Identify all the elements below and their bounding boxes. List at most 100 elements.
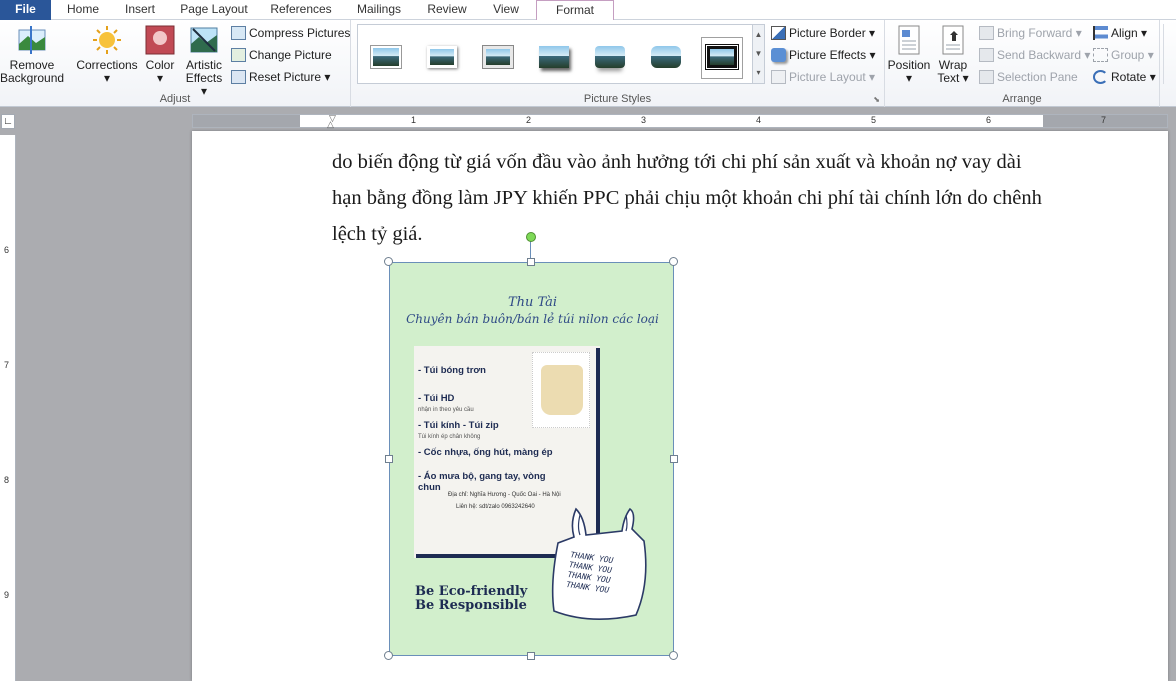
rotate-label: Rotate — [1111, 70, 1147, 84]
picture-border-icon — [771, 26, 786, 40]
rotate-handle[interactable] — [526, 232, 536, 242]
wrap-text-label-1: Wrap — [938, 58, 968, 72]
tab-page-layout[interactable]: Page Layout — [176, 0, 252, 20]
poster-item: - Áo mưa bộ, gang tay, vòng — [418, 471, 546, 482]
poster-slogan-1: Be Eco-friendly — [415, 584, 528, 599]
ribbon-overflow — [1163, 24, 1176, 84]
style-thumb-5[interactable] — [589, 37, 631, 79]
poster-item: - Túi HD — [418, 393, 455, 404]
dialog-launcher-icon[interactable]: ⬊ — [873, 95, 880, 104]
color-button[interactable]: Color ▾ — [142, 24, 178, 85]
resize-handle-top[interactable] — [527, 258, 535, 266]
position-button[interactable]: Position ▾ — [887, 24, 931, 85]
change-picture-button[interactable]: Change Picture — [231, 45, 332, 65]
corrections-button[interactable]: Corrections ▾ — [74, 24, 140, 85]
bag-photo — [532, 352, 590, 428]
bag-photo-shape — [541, 365, 583, 415]
picture-effects-button[interactable]: Picture Effects ▾ — [771, 45, 876, 65]
send-backward-button[interactable]: Send Backward ▾ — [979, 45, 1090, 65]
ruler-number: 6 — [986, 115, 992, 125]
resize-handle-top-left[interactable] — [384, 257, 393, 266]
rotate-button[interactable]: Rotate ▾ — [1093, 67, 1156, 87]
vruler-number: 6 — [4, 245, 10, 255]
change-picture-label: Change Picture — [249, 48, 332, 62]
artistic-effects-button[interactable]: Artistic Effects ▾ — [182, 24, 226, 98]
gallery-scroll[interactable]: ▲ ▼ ▾ — [752, 24, 765, 84]
resize-handle-right[interactable] — [670, 455, 678, 463]
document-text-line[interactable]: lệch tỷ giá. — [332, 223, 423, 246]
artistic-effects-label-1: Artistic — [186, 58, 222, 72]
tab-file[interactable]: File — [0, 0, 51, 20]
ribbon: Remove Background Corrections ▾ Color ▾ Ar… — [0, 20, 1176, 107]
change-picture-icon — [231, 48, 246, 62]
compress-pictures-label: Compress Pictures — [249, 26, 351, 40]
style-thumb-1[interactable] — [365, 37, 407, 79]
selection-pane-button[interactable]: Selection Pane — [979, 67, 1078, 87]
picture-border-button[interactable]: Picture Border ▾ — [771, 23, 875, 43]
position-label: Position — [887, 58, 931, 72]
bring-forward-label: Bring Forward — [997, 26, 1073, 40]
poster-item: - Túi bóng trơn — [418, 365, 486, 376]
send-backward-icon — [979, 48, 994, 62]
style-thumb-3[interactable] — [477, 37, 519, 79]
bag-text: THANK YOU THANK YOU THANK YOU THANK YOU — [565, 550, 614, 596]
horizontal-ruler[interactable]: ▽ △ 1 2 3 4 5 6 7 — [192, 113, 1168, 130]
vruler-number: 9 — [4, 590, 10, 600]
poster-item: chun — [418, 482, 441, 493]
tab-insert[interactable]: Insert — [116, 0, 164, 20]
tab-references[interactable]: References — [264, 0, 338, 20]
bring-forward-icon — [979, 26, 994, 40]
vertical-ruler[interactable]: 6 7 8 9 — [0, 135, 16, 681]
picture-effects-icon — [771, 48, 786, 62]
poster-address: Địa chỉ: Nghĩa Hương - Quốc Oai - Hà Nội — [448, 492, 561, 498]
wrap-text-button[interactable]: Wrap Text ▾ — [933, 24, 973, 85]
hanging-indent-marker[interactable]: △ — [327, 119, 334, 130]
ruler-number: 3 — [641, 115, 647, 125]
resize-handle-top-right[interactable] — [669, 257, 678, 266]
ruler-number: 5 — [871, 115, 877, 125]
reset-picture-button[interactable]: Reset Picture ▾ — [231, 67, 330, 87]
picture-styles-gallery — [357, 24, 762, 84]
tab-format[interactable]: Format — [536, 0, 614, 21]
remove-background-button[interactable]: Remove Background — [0, 24, 64, 85]
group-icon — [1093, 48, 1108, 62]
resize-handle-left[interactable] — [385, 455, 393, 463]
bring-forward-button[interactable]: Bring Forward ▾ — [979, 23, 1082, 43]
color-icon — [145, 25, 175, 55]
ruler-left-margin — [193, 115, 300, 127]
picture-border-label: Picture Border — [789, 26, 866, 40]
picture-layout-label: Picture Layout — [789, 70, 866, 84]
remove-background-icon — [18, 26, 46, 54]
document-text-line[interactable]: hạn bằng đồng làm JPY khiến PPC phải chị… — [332, 187, 1042, 210]
style-thumb-7[interactable] — [701, 37, 743, 79]
tab-selector-icon[interactable]: ∟ — [1, 114, 15, 129]
resize-handle-bottom-left[interactable] — [384, 651, 393, 660]
group-button[interactable]: Group ▾ — [1093, 45, 1154, 65]
document-text-line[interactable]: do biến động từ giá vốn đầu vào ảnh hưởn… — [332, 151, 1022, 174]
vruler-number: 8 — [4, 475, 10, 485]
poster-picture[interactable]: Thu Tài Chuyên bán buôn/bán lẻ túi nilon… — [389, 262, 674, 656]
poster-tagline: Chuyên bán buôn/bán lẻ túi nilon các loạ… — [406, 312, 659, 326]
picture-styles-group-label: Picture Styles — [583, 93, 652, 105]
artistic-effects-label-2: Effects — [185, 71, 223, 85]
adjust-group: Remove Background Corrections ▾ Color ▾ Ar… — [0, 20, 351, 107]
style-thumb-4[interactable] — [533, 37, 575, 79]
tab-mailings[interactable]: Mailings — [350, 0, 408, 20]
tab-review[interactable]: Review — [420, 0, 474, 20]
poster-item: - Cốc nhựa, ống hút, màng ép — [418, 447, 553, 458]
corrections-icon — [93, 26, 121, 54]
rotate-icon — [1093, 70, 1108, 84]
compress-pictures-button[interactable]: Compress Pictures — [231, 23, 350, 43]
resize-handle-bottom[interactable] — [527, 652, 535, 660]
resize-handle-bottom-right[interactable] — [669, 651, 678, 660]
tab-view[interactable]: View — [484, 0, 528, 20]
align-label: Align — [1111, 26, 1138, 40]
picture-layout-button[interactable]: Picture Layout ▾ — [771, 67, 875, 87]
poster-name: Thu Tài — [507, 295, 558, 310]
style-thumb-6[interactable] — [645, 37, 687, 79]
document-page[interactable]: do biến động từ giá vốn đầu vào ảnh hưởn… — [192, 131, 1168, 681]
align-button[interactable]: Align ▾ — [1093, 23, 1147, 43]
style-thumb-2[interactable] — [421, 37, 463, 79]
send-backward-label: Send Backward — [997, 48, 1082, 62]
tab-home[interactable]: Home — [58, 0, 108, 20]
